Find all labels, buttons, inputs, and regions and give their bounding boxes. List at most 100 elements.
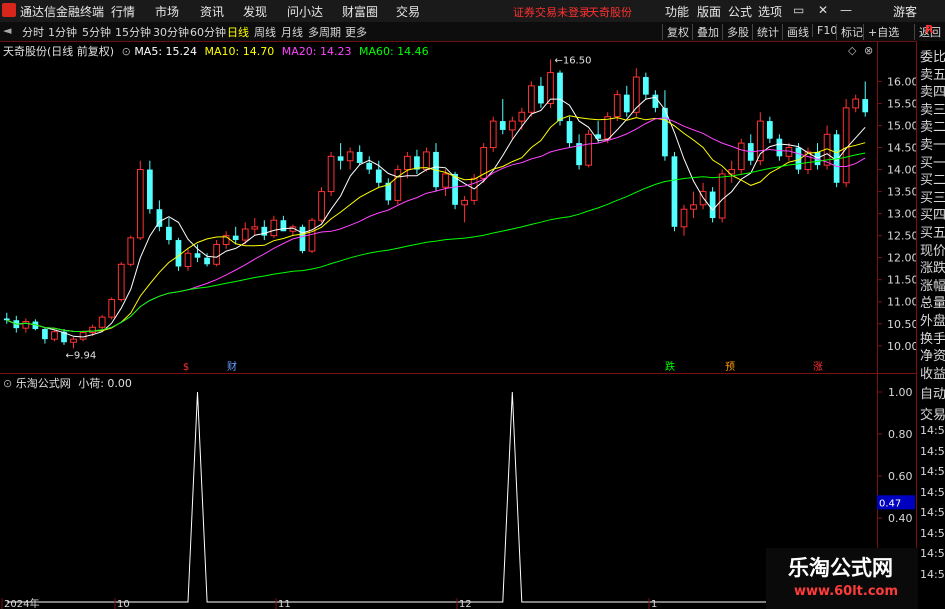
button-tongji[interactable]: 统计 xyxy=(752,24,779,40)
collapse-icon[interactable]: ◄ xyxy=(3,24,11,37)
period-1min[interactable]: 1分钟 xyxy=(48,24,77,40)
candle-body xyxy=(423,151,430,171)
candle-body xyxy=(613,94,621,118)
event-marker[interactable]: $ xyxy=(183,362,189,373)
side-field-label: 换手 xyxy=(920,331,945,347)
candlestick-chart[interactable]: 16.00 15.50 15.00 14.50 14.00 13.50 13.00 12.50… xyxy=(0,41,916,373)
stock-link[interactable]: 天奇股份 xyxy=(588,4,632,20)
period-monthly[interactable]: 月线 xyxy=(281,24,303,40)
r-icon[interactable]: R xyxy=(925,23,933,36)
period-weekly[interactable]: 周线 xyxy=(254,24,276,40)
minimize-small-icon[interactable]: ▭ xyxy=(793,3,804,17)
event-marker[interactable]: 涨 xyxy=(813,361,823,373)
y-tick-label: 10.00 xyxy=(887,340,916,353)
period-fenshi[interactable]: 分时 xyxy=(22,24,44,40)
candle-body xyxy=(184,252,192,267)
menu-gongshi[interactable]: 公式 xyxy=(728,3,752,20)
menu-gongneng[interactable]: 功能 xyxy=(665,3,689,20)
candle-body xyxy=(175,240,182,267)
side-field-label: 买四 xyxy=(920,208,945,224)
candle-body xyxy=(842,107,850,184)
period-5min[interactable]: 5分钟 xyxy=(82,24,111,40)
x-axis-label: 1 xyxy=(651,599,657,609)
button-add-watchlist[interactable]: +自选 xyxy=(863,24,899,40)
event-marker[interactable]: 财 xyxy=(227,360,237,373)
side-trade-label: 14:56 xyxy=(920,485,945,499)
menu-wenxiaoda[interactable]: 问小达 xyxy=(287,3,323,20)
side-field-label: 总量 xyxy=(920,296,945,312)
y-tick-label: 11.00 xyxy=(887,296,916,309)
y-tick-label: 14.50 xyxy=(887,142,916,155)
candle-body xyxy=(308,219,316,252)
candle-body xyxy=(538,85,544,104)
period-more[interactable]: 更多 xyxy=(345,24,367,40)
button-diejia[interactable]: 叠加 xyxy=(692,24,719,40)
event-marker[interactable]: 预 xyxy=(725,361,735,373)
button-biaoji[interactable]: 标记 xyxy=(836,24,863,40)
candle-body xyxy=(22,321,30,329)
side-trade-label: 14:56 xyxy=(920,567,945,581)
candle-body xyxy=(718,173,726,219)
menu-hangqing[interactable]: 行情 xyxy=(111,3,135,20)
candle-body xyxy=(346,151,354,162)
ma5-line xyxy=(6,96,866,338)
side-field-label: 买二 xyxy=(920,173,945,189)
candle-body xyxy=(566,121,573,144)
candle-body xyxy=(709,191,716,219)
candle-body xyxy=(442,173,449,188)
indicator-y-label: 0.40 xyxy=(888,512,913,525)
side-field-label: 卖一 xyxy=(920,138,945,153)
y-tick-label: 10.50 xyxy=(887,318,916,331)
candle-body xyxy=(270,219,278,237)
period-daily[interactable]: 日线 xyxy=(227,24,249,40)
max-price-label: ←16.50 xyxy=(554,55,591,66)
login-warning[interactable]: 证券交易未登录 xyxy=(513,4,590,20)
app-logo-icon xyxy=(2,3,16,17)
guest-label[interactable]: 游客 xyxy=(893,3,917,20)
menu-shichang[interactable]: 市场 xyxy=(155,3,179,20)
candle-body xyxy=(623,94,630,113)
period-multi[interactable]: 多周期 xyxy=(308,24,341,40)
candle-body xyxy=(136,169,144,239)
button-huaxian[interactable]: 画线 xyxy=(782,24,809,40)
button-duogu[interactable]: 多股 xyxy=(722,24,749,40)
candle-body xyxy=(604,116,612,140)
y-tick-label: 11.50 xyxy=(887,274,916,287)
menu-zixun[interactable]: 资讯 xyxy=(200,3,224,20)
app-title: 通达信金融终端 xyxy=(20,5,105,19)
menu-xuanxiang[interactable]: 选项 xyxy=(758,3,782,20)
button-fuquan[interactable]: 复权 xyxy=(662,24,689,40)
candle-body xyxy=(70,338,77,343)
candle-body xyxy=(356,151,363,163)
candle-body xyxy=(404,155,411,171)
candle-body xyxy=(299,226,306,252)
restore-icon[interactable]: — xyxy=(840,3,852,17)
side-trade-label: 自动 xyxy=(920,387,945,402)
side-trade-label: 14:56 xyxy=(920,444,945,458)
period-30min[interactable]: 30分钟 xyxy=(153,24,189,40)
period-60min[interactable]: 60分钟 xyxy=(190,24,226,40)
candle-body xyxy=(232,235,239,241)
menu-banmian[interactable]: 版面 xyxy=(697,3,721,20)
event-marker[interactable]: 跌 xyxy=(665,360,675,373)
side-field-label: 涨幅 xyxy=(920,278,945,294)
button-f10[interactable]: F10 xyxy=(812,24,837,37)
menu-caifuquan[interactable]: 财富圈 xyxy=(342,3,378,20)
menu-bar: 通达信金融终端 行情 市场 资讯 发现 问小达 财富圈 交易 证券交易未登录 天… xyxy=(0,0,945,23)
side-trade-label: 14:56 xyxy=(920,465,945,478)
y-tick-label: 12.50 xyxy=(887,230,916,243)
settings-icon[interactable]: ✕ xyxy=(818,3,828,17)
watermark: 乐淘公式网 www.60lt.com xyxy=(766,548,918,609)
period-15min[interactable]: 15分钟 xyxy=(115,24,151,40)
side-trade-label: 14:56 xyxy=(920,506,945,519)
side-field-label: 卖二 xyxy=(920,120,945,136)
candle-body xyxy=(489,120,497,149)
side-field-label: 买一 xyxy=(920,155,945,171)
candle-body xyxy=(108,299,116,318)
side-field-label: 净资 xyxy=(920,349,945,365)
menu-jiaoyi[interactable]: 交易 xyxy=(396,3,420,20)
min-price-label: ←9.94 xyxy=(66,350,97,361)
side-field-label: 委比 xyxy=(920,50,945,65)
candle-body xyxy=(261,226,268,236)
menu-faxian[interactable]: 发现 xyxy=(243,3,267,20)
